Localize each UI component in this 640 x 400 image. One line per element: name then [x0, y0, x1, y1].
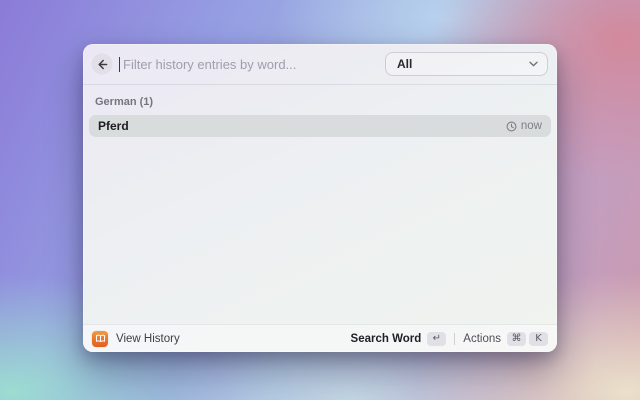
- chevron-down-icon: [529, 61, 538, 67]
- list-item-time: now: [520, 120, 542, 132]
- primary-action-button[interactable]: Search Word ↵: [350, 331, 447, 346]
- open-book-icon: [95, 334, 105, 343]
- filter-dropdown-value: All: [397, 57, 413, 71]
- actions-menu-label: Actions: [463, 332, 501, 345]
- list-item-title: Pferd: [98, 119, 129, 133]
- return-key-badge: ↵: [427, 331, 447, 346]
- footer-command-name: View History: [116, 332, 180, 345]
- section-header: German (1): [95, 96, 154, 108]
- list-item[interactable]: Pferd now: [89, 115, 551, 137]
- actions-menu-button[interactable]: Actions ⌘ K: [463, 331, 548, 346]
- back-button[interactable]: [92, 54, 112, 74]
- results-list: German (1) Pferd now: [83, 85, 557, 324]
- footer-divider: [454, 332, 456, 345]
- primary-action-label: Search Word: [350, 332, 422, 345]
- search-input[interactable]: [123, 56, 378, 72]
- k-key-badge: K: [529, 331, 548, 346]
- launcher-window: All German (1) Pferd now View: [83, 44, 557, 352]
- arrow-left-icon: [97, 59, 107, 69]
- filter-dropdown[interactable]: All: [385, 52, 548, 76]
- clock-icon: [506, 121, 517, 131]
- text-caret: [119, 56, 120, 72]
- command-key-badge: ⌘: [507, 331, 526, 346]
- list-item-accessory: now: [506, 120, 542, 132]
- dictionary-app-icon: [92, 330, 108, 347]
- actions-shortcut: ⌘ K: [507, 331, 548, 346]
- footer: View History Search Word ↵ Actions ⌘ K: [83, 324, 557, 352]
- search-bar: All: [83, 44, 557, 85]
